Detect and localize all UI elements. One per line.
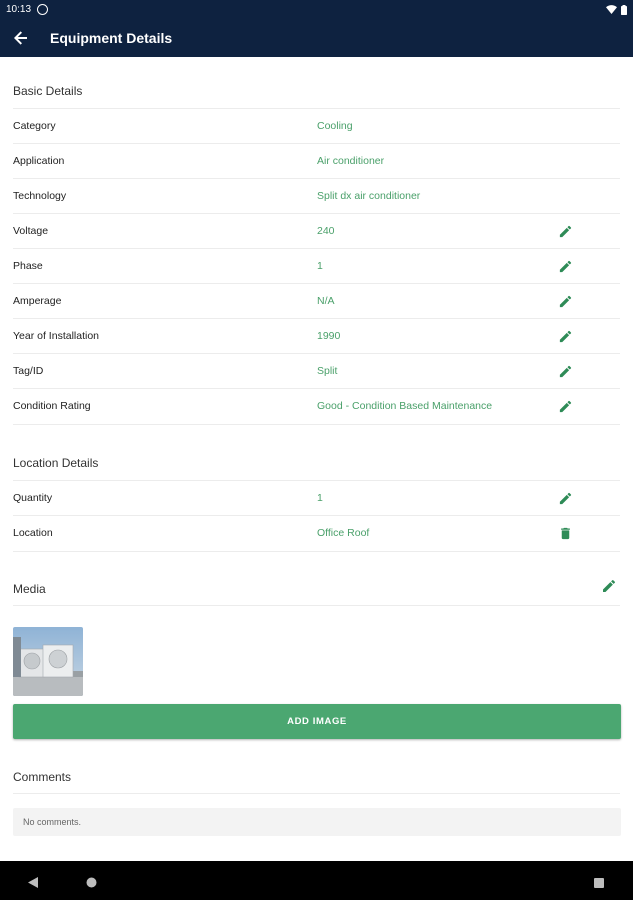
square-recents-icon bbox=[594, 878, 604, 888]
row-label: Year of Installation bbox=[13, 330, 100, 342]
edit-voltage-button[interactable] bbox=[554, 220, 576, 242]
page-title: Equipment Details bbox=[50, 30, 173, 46]
nav-recents-button[interactable] bbox=[594, 875, 604, 893]
comments-empty-text: No comments. bbox=[23, 817, 82, 827]
status-bar: 10:13 bbox=[0, 0, 633, 19]
basic-details-title: Basic Details bbox=[13, 84, 83, 98]
nav-home-button[interactable] bbox=[86, 875, 97, 893]
detail-row-voltage: Voltage 240 bbox=[13, 213, 620, 248]
row-label: Category bbox=[13, 120, 56, 132]
wifi-icon bbox=[606, 5, 617, 14]
trash-icon bbox=[558, 526, 573, 541]
triangle-back-icon bbox=[28, 877, 38, 888]
edit-amperage-button[interactable] bbox=[554, 290, 576, 312]
edit-phase-button[interactable] bbox=[554, 255, 576, 277]
comments-title: Comments bbox=[13, 770, 72, 784]
notification-icon bbox=[37, 4, 49, 15]
row-value: 1 bbox=[317, 260, 323, 272]
row-value: N/A bbox=[317, 295, 335, 307]
content[interactable]: Basic Details Category Cooling Applicati… bbox=[0, 57, 633, 861]
row-label: Phase bbox=[13, 260, 43, 272]
detail-row-tag-id: Tag/ID Split bbox=[13, 353, 620, 388]
row-label: Condition Rating bbox=[13, 400, 91, 412]
divider bbox=[13, 605, 620, 606]
pencil-icon bbox=[558, 329, 573, 344]
row-value: Office Roof bbox=[317, 527, 370, 539]
nav-back-button[interactable] bbox=[28, 875, 38, 893]
pencil-icon bbox=[601, 578, 617, 594]
detail-row-application: Application Air conditioner bbox=[13, 143, 620, 178]
battery-icon bbox=[621, 4, 627, 15]
divider bbox=[13, 551, 620, 552]
row-label: Quantity bbox=[13, 492, 53, 504]
detail-row-technology: Technology Split dx air conditioner bbox=[13, 178, 620, 213]
status-time: 10:13 bbox=[6, 4, 32, 15]
pencil-icon bbox=[558, 259, 573, 274]
pencil-icon bbox=[558, 224, 573, 239]
row-value: Good - Condition Based Maintenance bbox=[317, 400, 493, 412]
detail-row-year-of-installation: Year of Installation 1990 bbox=[13, 318, 620, 353]
divider bbox=[13, 424, 620, 425]
media-title: Media bbox=[13, 582, 46, 596]
location-details-title: Location Details bbox=[13, 456, 99, 470]
row-value: Split dx air conditioner bbox=[317, 190, 421, 202]
detail-row-location: Location Office Roof bbox=[13, 515, 620, 550]
edit-quantity-button[interactable] bbox=[554, 487, 576, 509]
row-label: Location bbox=[13, 527, 53, 539]
delete-location-button[interactable] bbox=[554, 522, 576, 544]
edit-media-button[interactable] bbox=[601, 578, 617, 599]
row-label: Tag/ID bbox=[13, 365, 44, 377]
row-value: Split bbox=[317, 365, 338, 377]
detail-row-condition-rating: Condition Rating Good - Condition Based … bbox=[13, 388, 620, 423]
circle-home-icon bbox=[86, 877, 97, 888]
pencil-icon bbox=[558, 399, 573, 414]
edit-condition-button[interactable] bbox=[554, 395, 576, 417]
pencil-icon bbox=[558, 294, 573, 309]
row-value: 1 bbox=[317, 492, 323, 504]
edit-year-button[interactable] bbox=[554, 325, 576, 347]
app-bar: Equipment Details bbox=[0, 19, 633, 57]
row-label: Voltage bbox=[13, 225, 49, 237]
row-label: Technology bbox=[13, 190, 67, 202]
status-icons bbox=[606, 4, 627, 15]
detail-row-category: Category Cooling bbox=[13, 108, 620, 143]
edit-tag-button[interactable] bbox=[554, 360, 576, 382]
pencil-icon bbox=[558, 491, 573, 506]
comments-box: No comments. bbox=[13, 808, 621, 836]
row-label: Application bbox=[13, 155, 65, 167]
media-thumbnail[interactable] bbox=[13, 627, 83, 696]
pencil-icon bbox=[558, 364, 573, 379]
add-image-button[interactable]: ADD IMAGE bbox=[13, 704, 621, 739]
row-label: Amperage bbox=[13, 295, 62, 307]
arrow-left-icon bbox=[14, 31, 27, 45]
equipment-photo-image bbox=[13, 627, 83, 696]
detail-row-quantity: Quantity 1 bbox=[13, 480, 620, 515]
row-value: 1990 bbox=[317, 330, 341, 342]
row-value: Air conditioner bbox=[317, 155, 385, 167]
row-value: 240 bbox=[317, 225, 335, 237]
divider bbox=[13, 793, 620, 794]
detail-row-phase: Phase 1 bbox=[13, 248, 620, 283]
row-value: Cooling bbox=[317, 120, 353, 132]
system-nav-bar bbox=[0, 861, 633, 900]
detail-row-amperage: Amperage N/A bbox=[13, 283, 620, 318]
back-button[interactable] bbox=[2, 19, 40, 57]
